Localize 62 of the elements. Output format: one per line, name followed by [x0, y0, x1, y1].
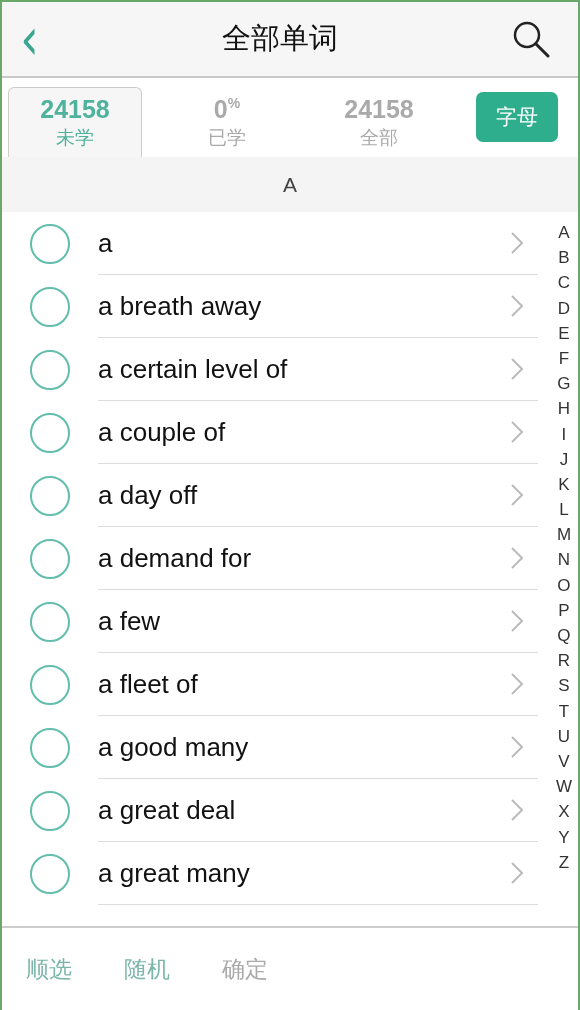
index-letter[interactable]: E	[555, 320, 572, 346]
index-letter[interactable]: U	[555, 723, 572, 749]
select-circle[interactable]	[30, 349, 70, 390]
chevron-icon	[510, 672, 524, 696]
chevron-icon	[510, 420, 524, 444]
chevron-icon	[510, 546, 524, 570]
index-letter[interactable]: Q	[555, 623, 572, 649]
index-letter[interactable]: A	[555, 220, 572, 246]
word-text[interactable]: a certain level of	[98, 353, 510, 385]
screen-title: 全部单词	[221, 20, 338, 57]
index-letter[interactable]: N	[555, 547, 572, 573]
chevron-icon	[510, 609, 524, 633]
chevron-icon	[510, 294, 524, 318]
select-circle[interactable]	[30, 853, 70, 894]
index-letter[interactable]: W	[555, 774, 572, 800]
index-letter[interactable]: B	[555, 245, 572, 271]
index-letter[interactable]: T	[555, 698, 572, 724]
word-text[interactable]: a fleet of	[98, 668, 510, 700]
select-circle[interactable]	[30, 223, 70, 264]
chevron-icon	[510, 483, 524, 507]
chevron-icon	[510, 798, 524, 822]
word-text[interactable]: a	[98, 227, 510, 259]
word-text[interactable]: a great deal	[98, 794, 510, 826]
index-letter[interactable]: P	[555, 597, 572, 623]
select-circle[interactable]	[30, 790, 70, 831]
chevron-icon	[510, 357, 524, 381]
index-letter[interactable]: I	[555, 421, 572, 447]
index-letter[interactable]: G	[555, 371, 572, 397]
index-letter[interactable]: Z	[555, 849, 572, 875]
index-letter[interactable]: Y	[555, 824, 572, 850]
word-text[interactable]: a great many	[98, 857, 510, 889]
index-letter[interactable]: R	[555, 648, 572, 674]
index-letter[interactable]: V	[555, 748, 572, 775]
word-text[interactable]: a good many	[98, 731, 510, 763]
select-circle[interactable]	[30, 727, 70, 768]
select-circle[interactable]	[30, 475, 70, 516]
index-letter[interactable]: K	[555, 471, 572, 498]
word-text[interactable]: a couple of	[98, 416, 510, 448]
section-header: A	[2, 157, 578, 212]
chevron-icon	[510, 735, 524, 759]
index-letter[interactable]: D	[555, 295, 572, 321]
word-text[interactable]: a day off	[98, 479, 510, 511]
select-circle[interactable]	[30, 601, 70, 642]
word-text[interactable]: a demand for	[98, 542, 510, 574]
chevron-icon	[510, 861, 524, 885]
index-letter[interactable]: C	[555, 270, 572, 296]
index-letter[interactable]: J	[555, 446, 572, 472]
select-circle[interactable]	[30, 538, 70, 579]
search-icon[interactable]	[512, 20, 550, 58]
index-letter[interactable]: F	[555, 345, 572, 372]
index-letter[interactable]: M	[555, 522, 572, 548]
select-circle[interactable]	[30, 286, 70, 327]
select-circle[interactable]	[30, 664, 70, 705]
index-letter[interactable]: O	[555, 572, 572, 598]
index-letter[interactable]: X	[555, 799, 572, 825]
select-circle[interactable]	[30, 412, 70, 453]
chevron-icon	[510, 231, 524, 255]
index-letter[interactable]: L	[555, 497, 572, 523]
word-text[interactable]: a breath away	[98, 290, 510, 322]
index-letter[interactable]: S	[555, 673, 572, 699]
word-text[interactable]: a few	[98, 605, 510, 637]
index-letter[interactable]: H	[555, 396, 572, 422]
